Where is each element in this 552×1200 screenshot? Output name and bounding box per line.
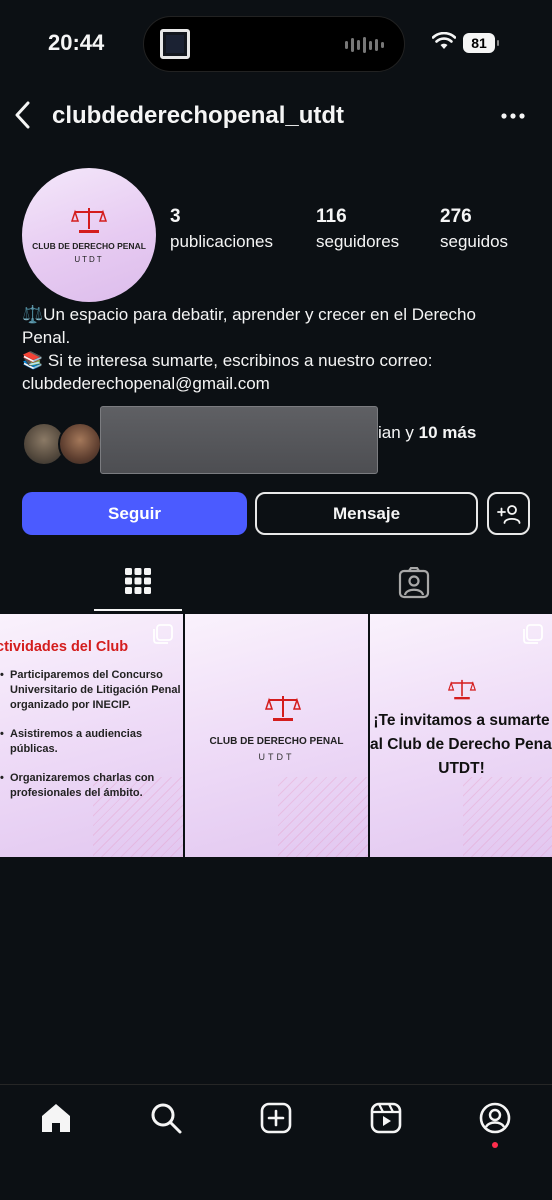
stat-following-label: seguidos: [440, 232, 509, 251]
tab-tagged[interactable]: [370, 560, 458, 612]
bio-email-link[interactable]: clubdederechopenal@gmail.com: [22, 372, 537, 395]
post-bullet-list: • Participaremos del Concurso Universitar…: [0, 668, 183, 815]
post-headline-line: ¡Te invitamos a sumarte: [373, 712, 550, 729]
stat-posts-label: publicaciones: [170, 232, 274, 251]
post-headline-line: al Club de Derecho Penal: [370, 736, 552, 753]
scales-of-justice-icon: [448, 679, 476, 700]
post-logo-subtitle: UTDT: [258, 752, 295, 762]
followed-by-text: ian y 10 más: [378, 423, 476, 443]
status-bar: 20:44 81: [0, 0, 552, 90]
battery-indicator: 81: [463, 33, 499, 53]
profile-avatar[interactable]: CLUB DE DERECHO PENAL UTDT: [22, 168, 156, 302]
notification-dot: [492, 1142, 498, 1148]
post-thumbnail[interactable]: ctividades del Club • Participaremos del …: [0, 614, 183, 857]
profile-header: clubdederechopenal_utdt: [0, 90, 552, 142]
carousel-icon: [153, 624, 173, 644]
status-time: 20:44: [48, 30, 105, 55]
stat-following[interactable]: 276 seguidos: [440, 206, 508, 252]
followed-by-suffix: ian y: [378, 423, 414, 442]
reels-icon[interactable]: [368, 1100, 404, 1136]
post-thumbnail[interactable]: CLUB DE DERECHO PENAL UTDT: [185, 614, 368, 857]
redaction-box: [100, 406, 378, 474]
back-arrow-icon[interactable]: [14, 100, 32, 130]
stat-posts[interactable]: 3 publicaciones: [170, 206, 273, 252]
search-icon[interactable]: [148, 1100, 184, 1136]
profile-bio: ⚖️Un espacio para debatir, aprender y cr…: [22, 303, 537, 395]
avatar-title: CLUB DE DERECHO PENAL: [32, 240, 146, 251]
create-icon[interactable]: [258, 1100, 294, 1136]
message-button[interactable]: Mensaje: [255, 492, 478, 535]
post-title: ctividades del Club: [0, 639, 129, 655]
post-bullet-item: • Participaremos del Concurso Universitar…: [0, 669, 181, 711]
stat-followers-count: 116: [316, 206, 347, 227]
suggest-user-button[interactable]: [487, 492, 530, 535]
carousel-icon: [523, 624, 543, 644]
grid-icon: [125, 568, 151, 594]
scales-of-justice-icon: [265, 696, 301, 721]
post-headline-line: UTDT!: [438, 760, 485, 777]
bio-line: ⚖️Un espacio para debatir, aprender y cr…: [22, 305, 476, 324]
bio-line: 📚 Si te interesa sumarte, escribinos a n…: [22, 351, 433, 370]
audio-wave-icon: [345, 37, 384, 53]
tagged-icon: [398, 567, 430, 599]
profile-icon[interactable]: [477, 1100, 513, 1136]
followed-by-more: 10 más: [418, 423, 477, 442]
avatar-subtitle: UTDT: [74, 254, 104, 264]
post-bullet-item: • Organizaremos charlas con profesionales…: [0, 772, 155, 799]
dynamic-island: [143, 16, 405, 72]
profile-username: clubdederechopenal_utdt: [52, 102, 345, 129]
stat-following-count: 276: [440, 206, 472, 227]
screen-record-icon: [160, 29, 190, 59]
post-bullet-item: • Asistiremos a audiencias públicas.: [0, 728, 143, 755]
add-person-icon: [496, 504, 520, 524]
decorative-stripes: [463, 777, 552, 857]
post-thumbnail[interactable]: ¡Te invitamos a sumarte al Club de Derec…: [370, 614, 552, 857]
bottom-nav-divider: [0, 1084, 552, 1085]
home-icon[interactable]: [38, 1100, 74, 1136]
decorative-stripes: [278, 777, 368, 857]
stat-posts-count: 3: [170, 206, 181, 227]
posts-grid: ctividades del Club • Participaremos del …: [0, 614, 552, 857]
follower-avatar: [58, 422, 102, 466]
scales-of-justice-icon: [71, 207, 107, 233]
wifi-icon: [432, 32, 456, 49]
tab-grid[interactable]: [94, 560, 182, 612]
more-options-icon[interactable]: [498, 104, 528, 128]
followed-by[interactable]: ian y 10 más: [22, 406, 542, 474]
post-logo-title: CLUB DE DERECHO PENAL: [209, 736, 344, 747]
bio-line: Penal.: [22, 328, 71, 347]
profile-tabs: [0, 560, 552, 612]
stat-followers[interactable]: 116 seguidores: [316, 206, 399, 252]
follow-button[interactable]: Seguir: [22, 492, 247, 535]
active-tab-indicator: [94, 609, 182, 611]
stat-followers-label: seguidores: [316, 232, 400, 251]
